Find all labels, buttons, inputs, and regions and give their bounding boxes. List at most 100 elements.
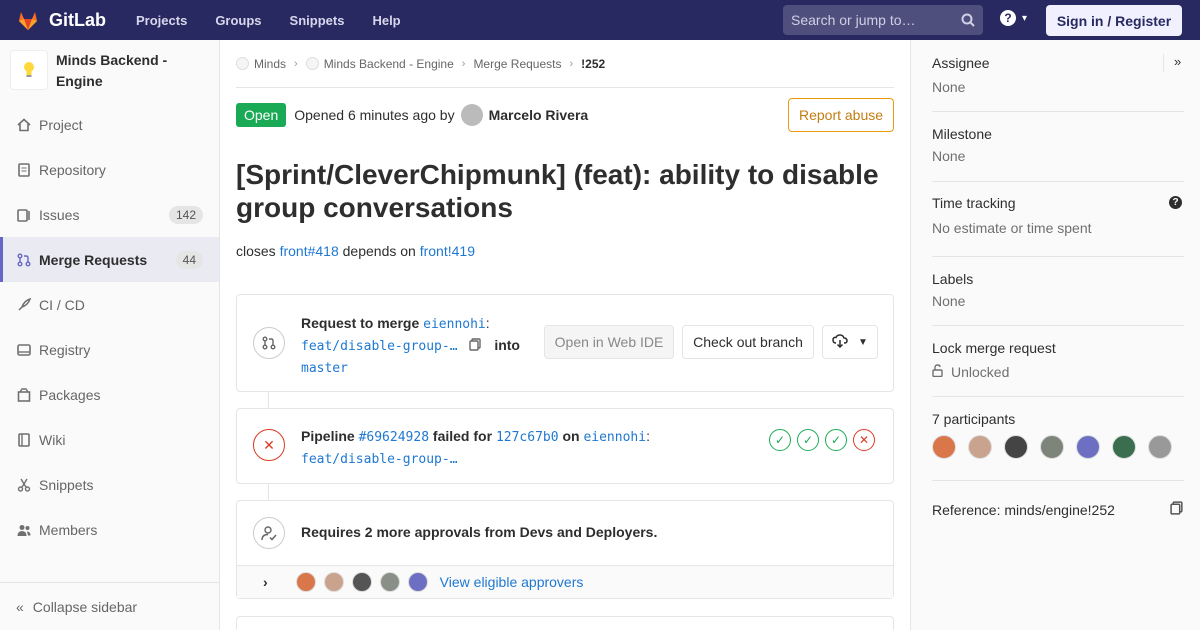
closes-issue-link[interactable]: front#418 (280, 243, 339, 259)
divider (932, 181, 1184, 182)
view-eligible-approvers-link[interactable]: View eligible approvers (440, 574, 584, 590)
stage-passed-icon[interactable]: ✓ (825, 429, 847, 451)
download-dropdown-button[interactable]: ▼ (822, 325, 878, 359)
approver-avatar[interactable] (379, 572, 400, 592)
open-in-web-ide-button[interactable]: Open in Web IDE (544, 325, 674, 359)
target-branch-link[interactable]: master (301, 361, 348, 376)
pipeline-card: ✕ Pipeline #69624928 failed for 127c67b0… (236, 408, 894, 484)
search-placeholder: Search or jump to… (791, 12, 916, 28)
commit-link[interactable]: 127c67b0 (496, 430, 559, 445)
sidebar-item-repository[interactable]: Repository (0, 147, 219, 192)
pipeline-branch-link[interactable]: feat/disable-group-… (301, 452, 458, 467)
chevron-right-icon[interactable]: › (263, 574, 268, 590)
sign-in-button[interactable]: Sign in / Register (1046, 5, 1182, 36)
participant-avatar[interactable] (1148, 435, 1172, 459)
gitlab-logo[interactable]: GitLab (16, 0, 106, 40)
rocket-icon (16, 297, 32, 313)
scissors-icon (16, 477, 32, 493)
time-tracking-label: Time tracking (932, 195, 1016, 211)
merge-requests-count-badge: 44 (175, 250, 203, 269)
sidebar-item-packages[interactable]: Packages (0, 372, 219, 417)
sidebar-item-snippets[interactable]: Snippets (0, 462, 219, 507)
pipeline-failed-icon[interactable]: ✕ (253, 429, 285, 461)
sidebar-item-merge-requests[interactable]: Merge Requests 44 (0, 237, 219, 282)
sidebar-item-wiki[interactable]: Wiki (0, 417, 219, 462)
approver-avatar[interactable] (323, 572, 344, 592)
disk-icon (16, 342, 32, 358)
collapse-sidebar-button[interactable]: « Collapse sidebar (0, 582, 219, 630)
participant-avatar[interactable] (1112, 435, 1136, 459)
chevron-right-icon: › (569, 57, 574, 70)
merge-info-card: Request to merge eiennohi: feat/disable-… (236, 294, 894, 392)
assignee-block: Assignee None (932, 55, 1184, 95)
copy-icon[interactable] (1170, 501, 1184, 518)
reference-text: Reference: minds/engine!252 (932, 501, 1115, 518)
lock-block: Lock merge request Unlocked (932, 340, 1184, 380)
divider (932, 256, 1184, 257)
stage-passed-icon[interactable]: ✓ (769, 429, 791, 451)
participant-avatar[interactable] (1076, 435, 1100, 459)
question-icon[interactable]: ? (1169, 196, 1182, 209)
lightbulb-icon (23, 62, 34, 77)
help-dropdown[interactable]: ? ▾ (1000, 10, 1027, 26)
breadcrumb-merge-requests[interactable]: Merge Requests (473, 57, 561, 71)
sidebar-toggle-button[interactable]: » (1163, 54, 1181, 72)
project-avatar-small (305, 57, 319, 70)
nav-help[interactable]: Help (366, 9, 406, 32)
author-link[interactable]: Marcelo Rivera (489, 107, 589, 123)
chevron-down-icon: ▾ (1022, 12, 1028, 24)
check-out-branch-button[interactable]: Check out branch (682, 325, 814, 359)
author-avatar[interactable] (460, 104, 483, 126)
copy-icon[interactable] (469, 336, 482, 357)
lock-status: Unlocked (932, 364, 1184, 380)
lock-label: Lock merge request (932, 340, 1056, 356)
project-header[interactable]: Minds Backend - Engine (0, 40, 219, 100)
sidebar-item-issues[interactable]: Issues 142 (0, 192, 219, 237)
participant-avatar[interactable] (932, 435, 956, 459)
sidebar-item-label: Issues (39, 206, 80, 223)
divider (932, 111, 1184, 112)
right-sidebar: Assignee None » Milestone None Time trac… (910, 40, 1200, 630)
sidebar-item-ci-cd[interactable]: CI / CD (0, 282, 219, 327)
assignee-value: None (932, 79, 966, 95)
participants-label: 7 participants (932, 411, 1016, 427)
merge-request-icon (16, 252, 32, 268)
search-input[interactable]: Search or jump to… (783, 5, 983, 35)
search-icon (961, 13, 975, 27)
breadcrumb-project[interactable]: Minds Backend - Engine (324, 57, 454, 71)
source-owner-link[interactable]: eiennohi (423, 317, 486, 332)
approvers-row[interactable]: › View eligible approvers (237, 565, 893, 598)
pipeline-stages: ✓ ✓ ✓ ✕ (763, 429, 875, 451)
pipeline-owner-link[interactable]: eiennohi (583, 430, 646, 445)
next-widget-card (236, 616, 894, 630)
participant-avatar[interactable] (968, 435, 992, 459)
sidebar-item-label: Packages (39, 386, 101, 403)
approver-avatar[interactable] (351, 572, 372, 592)
breadcrumb-current[interactable]: !252 (581, 57, 605, 71)
participant-avatar[interactable] (1040, 435, 1064, 459)
home-icon (16, 117, 32, 133)
stage-passed-icon[interactable]: ✓ (797, 429, 819, 451)
participant-avatar[interactable] (1004, 435, 1028, 459)
nav-groups[interactable]: Groups (209, 9, 267, 32)
breadcrumb-minds[interactable]: Minds (254, 57, 286, 71)
sidebar-item-registry[interactable]: Registry (0, 327, 219, 372)
chevron-right-icon: › (294, 57, 298, 70)
depends-mr-link[interactable]: front!419 (420, 243, 475, 259)
nav-projects[interactable]: Projects (130, 9, 193, 32)
double-chevron-left-icon: « (16, 598, 24, 615)
depends-text: depends on (342, 243, 416, 259)
pipeline-id-link[interactable]: #69624928 (359, 430, 429, 445)
approver-avatar[interactable] (407, 572, 428, 592)
colon: : (485, 315, 490, 331)
stage-failed-icon[interactable]: ✕ (853, 429, 875, 451)
approver-avatar[interactable] (295, 572, 316, 592)
report-abuse-button[interactable]: Report abuse (788, 98, 894, 132)
source-branch-link[interactable]: feat/disable-group-… (301, 339, 458, 354)
sidebar-item-project[interactable]: Project (0, 102, 219, 147)
mr-status-line: Open Opened 6 minutes ago by Marcelo Riv… (236, 98, 894, 132)
sidebar-item-label: Repository (39, 161, 106, 178)
sidebar-item-members[interactable]: Members (0, 507, 219, 552)
reference-block: Reference: minds/engine!252 (932, 501, 1184, 518)
nav-snippets[interactable]: Snippets (284, 9, 351, 32)
